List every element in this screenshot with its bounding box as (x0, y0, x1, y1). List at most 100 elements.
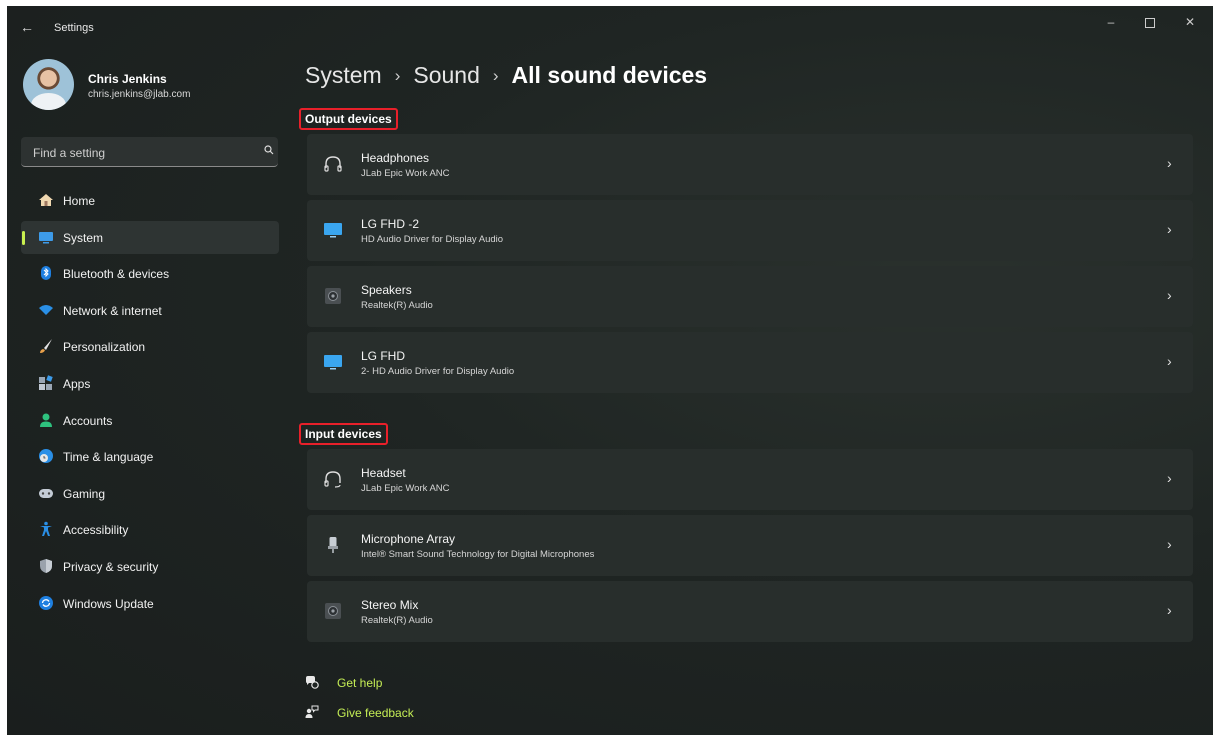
wifi-icon (39, 304, 53, 315)
app-title: Settings (54, 22, 94, 34)
device-name: Headphones (361, 151, 430, 165)
breadcrumb-separator: › (492, 66, 499, 85)
sidebar-item-network[interactable]: Network & internet (21, 294, 279, 327)
chevron-right-icon: › (1167, 536, 1172, 552)
sidebar-item-label: Time & language (63, 450, 154, 465)
update-icon (39, 595, 53, 610)
sidebar-item-label: Personalization (63, 340, 146, 355)
sidebar-nav: Home System Bluetooth & devices Network … (21, 184, 279, 623)
sidebar-item-label: Home (63, 194, 96, 208)
page-title: All sound devices (511, 62, 708, 88)
sidebar-item-accounts[interactable]: Accounts (21, 404, 279, 437)
sidebar-item-personalization[interactable]: Personalization (21, 330, 279, 363)
chevron-right-icon: › (1167, 287, 1172, 303)
device-row-stereo-mix[interactable]: Stereo Mix Realtek(R) Audio › (307, 581, 1193, 642)
device-row-headphones[interactable]: Headphones JLab Epic Work ANC › (307, 134, 1193, 195)
microphone-icon (328, 537, 338, 553)
search-input[interactable] (31, 143, 255, 163)
device-name: Headset (361, 466, 406, 480)
sidebar-item-apps[interactable]: Apps (21, 367, 279, 400)
minimize-button[interactable]: – (1096, 12, 1126, 32)
home-icon (39, 194, 53, 206)
monitor-icon (324, 355, 342, 370)
speaker-icon (325, 603, 341, 619)
device-description: HD Audio Driver for Display Audio (361, 234, 504, 245)
back-button[interactable]: ← (17, 17, 37, 37)
headphones-icon (324, 156, 342, 172)
gamepad-icon (39, 488, 53, 498)
chevron-right-icon: › (1167, 155, 1172, 171)
sidebar-item-label: Privacy & security (63, 559, 159, 574)
settings-window: ← Settings – ✕ Chris Jenkins chris.jenki… (7, 6, 1213, 735)
brush-icon (40, 339, 52, 354)
chevron-right-icon: › (1167, 353, 1172, 369)
sidebar-item-label: Bluetooth & devices (63, 267, 170, 282)
sidebar-item-label: System (63, 230, 104, 245)
device-name: LG FHD (361, 349, 406, 363)
system-icon (39, 231, 53, 244)
chevron-right-icon: › (1167, 602, 1172, 618)
sidebar-item-label: Windows Update (63, 596, 154, 611)
breadcrumb-separator: › (394, 66, 401, 85)
maximize-icon (1145, 17, 1155, 28)
globe-clock-icon (39, 449, 53, 464)
device-description: 2- HD Audio Driver for Display Audio (361, 366, 515, 377)
back-arrow-icon: ← (20, 19, 34, 35)
speaker-icon (325, 288, 341, 304)
search-box (21, 137, 278, 167)
title-bar: ← Settings – ✕ (7, 6, 1213, 46)
device-name: Speakers (361, 283, 412, 297)
device-row-lg-fhd[interactable]: LG FHD 2- HD Audio Driver for Display Au… (307, 332, 1193, 393)
search-icon[interactable] (264, 145, 274, 155)
sidebar-item-privacy[interactable]: Privacy & security (21, 550, 279, 583)
give-feedback-label: Give feedback (337, 706, 414, 720)
sidebar-item-bluetooth[interactable]: Bluetooth & devices (21, 257, 279, 290)
feedback-icon (305, 705, 319, 718)
shield-icon (40, 558, 52, 573)
sidebar-item-label: Gaming (63, 486, 106, 501)
user-name: Chris Jenkins (88, 72, 167, 86)
device-name: Microphone Array (361, 532, 456, 546)
get-help-label: Get help (337, 676, 383, 690)
bluetooth-icon (41, 266, 51, 281)
sidebar-item-windows-update[interactable]: Windows Update (21, 587, 279, 620)
sidebar-item-label: Accounts (63, 413, 113, 428)
user-email: chris.jenkins@jlab.com (88, 89, 191, 100)
sidebar-item-gaming[interactable]: Gaming (21, 477, 279, 510)
accessibility-icon (40, 522, 52, 537)
sidebar-item-label: Apps (63, 376, 91, 391)
monitor-icon (324, 223, 342, 238)
device-row-headset[interactable]: Headset JLab Epic Work ANC › (307, 449, 1193, 510)
sidebar-item-accessibility[interactable]: Accessibility (21, 513, 279, 546)
breadcrumb-system[interactable]: System (305, 62, 382, 88)
apps-icon (39, 375, 53, 390)
device-description: Realtek(R) Audio (361, 615, 433, 626)
device-name: Stereo Mix (361, 598, 419, 612)
avatar[interactable] (23, 59, 74, 110)
help-chat-icon (306, 676, 319, 689)
device-description: JLab Epic Work ANC (361, 483, 450, 494)
headset-icon (324, 471, 341, 488)
close-button[interactable]: ✕ (1175, 12, 1205, 32)
device-row-microphone-array[interactable]: Microphone Array Intel® Smart Sound Tech… (307, 515, 1193, 576)
device-description: Intel® Smart Sound Technology for Digita… (361, 549, 595, 560)
device-name: LG FHD -2 (361, 217, 420, 231)
device-row-lg-fhd-2[interactable]: LG FHD -2 HD Audio Driver for Display Au… (307, 200, 1193, 261)
maximize-button[interactable] (1135, 12, 1165, 32)
sidebar-item-home[interactable]: Home (21, 184, 279, 217)
device-row-speakers[interactable]: Speakers Realtek(R) Audio › (307, 266, 1193, 327)
device-description: JLab Epic Work ANC (361, 168, 450, 179)
person-icon (40, 413, 52, 427)
breadcrumb: System › Sound › All sound devices (305, 62, 707, 89)
avatar-shirt (31, 93, 66, 110)
sidebar-item-label: Network & internet (63, 303, 162, 318)
sidebar-item-system[interactable]: System (21, 220, 279, 254)
active-indicator (22, 230, 25, 245)
sidebar-item-time-language[interactable]: Time & language (21, 440, 279, 473)
chevron-right-icon: › (1167, 221, 1172, 237)
breadcrumb-sound[interactable]: Sound (413, 62, 480, 88)
chevron-right-icon: › (1167, 470, 1172, 486)
input-devices-heading: Input devices (299, 423, 388, 445)
sidebar-item-label: Accessibility (63, 523, 129, 538)
device-description: Realtek(R) Audio (361, 300, 433, 311)
